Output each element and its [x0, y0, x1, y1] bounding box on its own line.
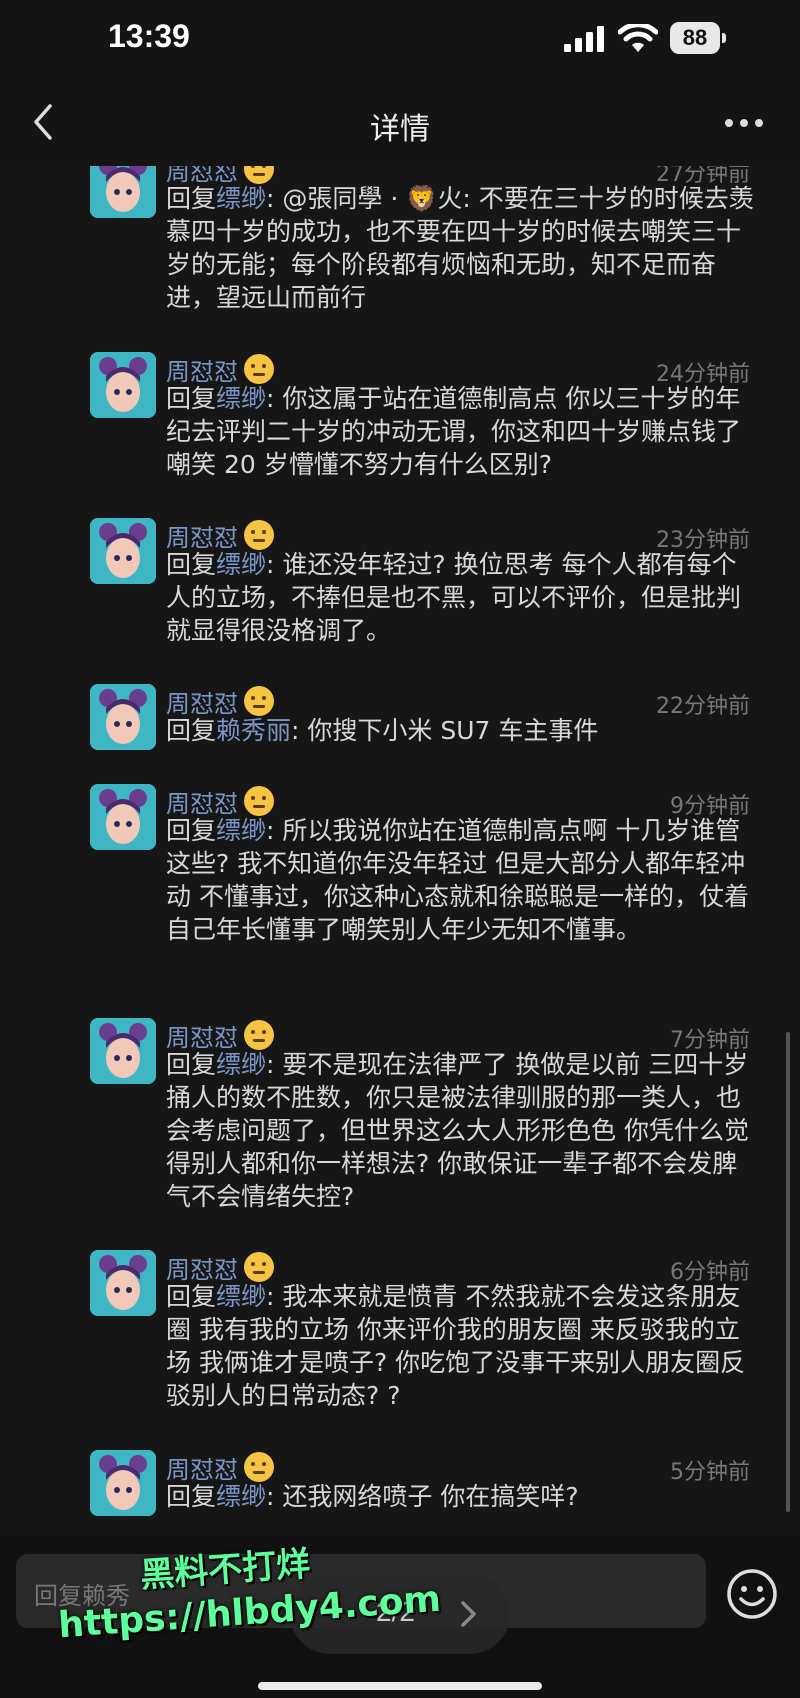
- chevron-right-icon[interactable]: [460, 1600, 478, 1628]
- status-bar: 13:39 88: [0, 0, 800, 80]
- emoji-picker-icon[interactable]: [726, 1568, 778, 1620]
- avatar[interactable]: [90, 684, 156, 750]
- comment-text: 回复缥缈: 我本来就是愤青 不然我就不会发这条朋友圈 我有我的立场 你来评价我的…: [166, 1282, 746, 1410]
- reply-target[interactable]: 缥缈: [216, 1282, 266, 1311]
- smiley-emoji-icon: [244, 786, 274, 816]
- avatar[interactable]: [90, 1018, 156, 1084]
- comment-text: 回复缥缈: 要不是现在法律严了 换做是以前 三四十岁捅人的数不胜数，你只是被法律…: [166, 1050, 749, 1211]
- reply-target[interactable]: 缥缈: [216, 184, 266, 213]
- smiley-emoji-icon: [244, 1452, 274, 1482]
- reply-target[interactable]: 缥缈: [216, 1482, 266, 1511]
- comment-text: 回复缥缈: 你这属于站在道德制高点 你以三十岁的年纪去评判二十岁的冲动无谓，你这…: [166, 384, 742, 479]
- comment-list[interactable]: 周怼怼 27分钟前 回复缥缈: @張同學 · 🦁火: 不要在三十岁的时候去羡慕四…: [0, 166, 800, 1536]
- smiley-emoji-icon: [244, 520, 274, 550]
- battery-icon: 88: [670, 22, 726, 54]
- smiley-emoji-icon: [244, 1252, 274, 1282]
- avatar[interactable]: [90, 784, 156, 850]
- smiley-emoji-icon: [244, 1020, 274, 1050]
- smiley-emoji-icon: [244, 686, 274, 716]
- status-time: 13:39: [108, 18, 190, 54]
- cellular-signal-icon: [564, 26, 604, 52]
- avatar[interactable]: [90, 518, 156, 584]
- comment-text: 回复缥缈: 还我网络喷子 你在搞笑咩?: [166, 1482, 579, 1511]
- reply-target[interactable]: 缥缈: [216, 384, 266, 413]
- comment-text: 回复缥缈: @張同學 · 🦁火: 不要在三十岁的时候去羡慕四十岁的成功，也不要在…: [166, 184, 754, 312]
- page-title: 详情: [370, 112, 430, 147]
- reply-target[interactable]: 缥缈: [216, 550, 266, 579]
- reply-target[interactable]: 缥缈: [216, 816, 266, 845]
- reply-target[interactable]: 赖秀丽: [216, 716, 291, 745]
- more-options-icon[interactable]: [724, 118, 764, 128]
- avatar[interactable]: [90, 1450, 156, 1516]
- comment-text: 回复缥缈: 所以我说你站在道德制高点啊 十几岁谁管这些? 我不知道你年没年轻过 …: [166, 816, 749, 944]
- reply-bar: 回复赖秀 2/2 黑料不打烊 https://hlbdy4.com: [0, 1536, 800, 1698]
- scrollbar[interactable]: [786, 1032, 790, 1512]
- avatar[interactable]: [90, 166, 156, 218]
- smiley-emoji-icon: [244, 354, 274, 384]
- battery-level: 88: [670, 22, 720, 54]
- wifi-icon: [618, 24, 658, 52]
- comment-text: 回复缥缈: 谁还没年轻过? 换位思考 每个人都有每个人的立场，不捧但是也不黑，可…: [166, 550, 742, 645]
- reply-target[interactable]: 缥缈: [216, 1050, 266, 1079]
- nav-bar: 详情: [0, 80, 800, 166]
- comment-text: 回复赖秀丽: 你搜下小米 SU7 车主事件: [166, 716, 599, 745]
- home-indicator[interactable]: [258, 1682, 542, 1690]
- avatar[interactable]: [90, 1250, 156, 1316]
- avatar[interactable]: [90, 352, 156, 418]
